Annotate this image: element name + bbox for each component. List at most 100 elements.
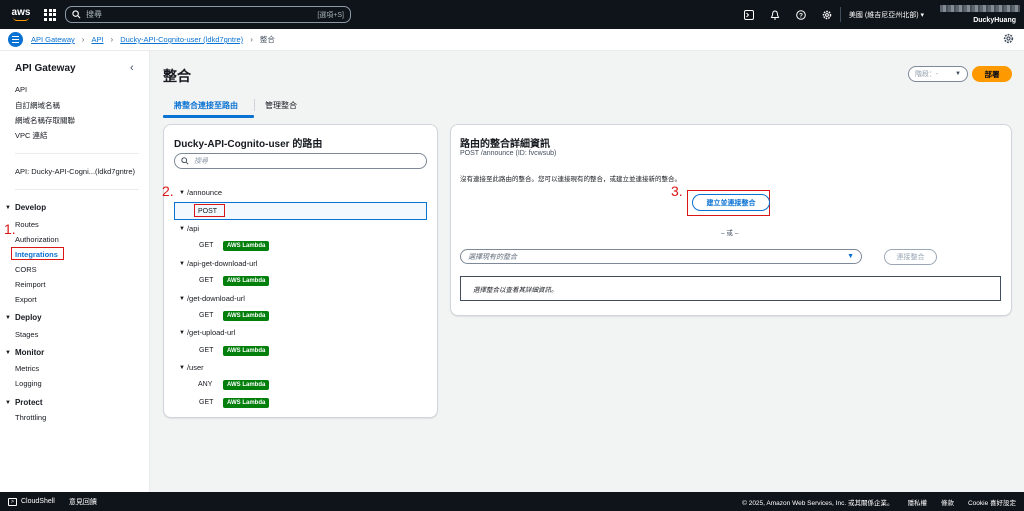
lambda-badge: AWS Lambda: [223, 241, 270, 251]
cookie-preferences-link[interactable]: Cookie 喜好設定: [968, 497, 1016, 507]
help-icon[interactable]: ?: [788, 0, 814, 29]
menu-toggle-icon[interactable]: [8, 32, 23, 47]
caret-down-icon: ▼: [847, 253, 854, 260]
sidebar-item-export[interactable]: Export: [15, 295, 37, 304]
annotation-step-2: 2.: [162, 183, 174, 199]
stage-select[interactable]: 階段：- ▼: [908, 66, 968, 82]
sidebar-item-metrics[interactable]: Metrics: [15, 364, 39, 373]
route-search-placeholder: 搜尋: [194, 158, 208, 165]
copyright-text: © 2025, Amazon Web Services, Inc. 或其關係企業…: [742, 499, 894, 507]
lambda-badge: AWS Lambda: [223, 380, 270, 390]
sidebar-item-custom-domains[interactable]: 自訂網域名稱: [15, 100, 60, 111]
route-resource[interactable]: ▼/announce: [179, 188, 222, 197]
sidebar-item-domain-access[interactable]: 網域名稱存取關聯: [15, 115, 75, 126]
section-protect[interactable]: ▼ Protect: [5, 398, 43, 407]
chevron-right-icon: ›: [250, 35, 253, 44]
feedback-link[interactable]: 意見回饋: [69, 497, 97, 507]
sidebar-api-name[interactable]: API: Ducky-API-Cogni...(ldkd7gntre): [15, 167, 135, 176]
attach-integration-button[interactable]: 連接整合: [884, 249, 937, 265]
deploy-button[interactable]: 部署: [972, 66, 1012, 82]
search-icon: [72, 10, 81, 19]
route-method[interactable]: GET: [199, 399, 213, 406]
stage-select-value: 階段：-: [915, 71, 939, 78]
aws-logo[interactable]: aws: [6, 0, 36, 29]
route-resource[interactable]: ▼/api-get-download-url: [179, 259, 257, 268]
route-method[interactable]: GET: [199, 242, 213, 249]
section-monitor[interactable]: ▼ Monitor: [5, 348, 44, 357]
gear-icon[interactable]: [814, 0, 840, 29]
create-and-attach-button[interactable]: 建立並連接整合: [692, 194, 770, 211]
settings-gear-icon[interactable]: [1003, 33, 1014, 46]
chevron-right-icon: ›: [110, 35, 114, 44]
sidebar-item-throttling[interactable]: Throttling: [15, 413, 46, 422]
route-resource[interactable]: ▼/api: [179, 224, 199, 233]
route-method[interactable]: GET: [199, 277, 213, 284]
cloudshell-icon[interactable]: [736, 0, 762, 29]
sidebar-item-routes[interactable]: Routes: [15, 220, 39, 229]
route-search-input[interactable]: 搜尋: [174, 153, 427, 169]
route-resource[interactable]: ▼/get-download-url: [179, 294, 245, 303]
route-resource[interactable]: ▼/user: [179, 363, 204, 372]
tab-attach-integrations[interactable]: 將整合連接至路由: [174, 95, 238, 115]
region-selector[interactable]: 美國 (維吉尼亞州北部) ▾: [841, 10, 932, 20]
breadcrumb-api[interactable]: API: [91, 35, 103, 44]
breadcrumb-current: 整合: [259, 35, 275, 44]
lambda-badge: AWS Lambda: [223, 276, 270, 286]
services-grid-icon[interactable]: [44, 8, 56, 21]
annotation-step-3: 3.: [671, 183, 683, 199]
sidebar-item-vpc-links[interactable]: VPC 連結: [15, 130, 48, 141]
search-shortcut: [選項+S]: [317, 11, 344, 19]
side-navigation: API Gateway ‹ API 自訂網域名稱 網域名稱存取關聯 VPC 連結…: [0, 51, 150, 492]
lambda-badge: AWS Lambda: [223, 398, 270, 408]
existing-integration-placeholder: 選擇現有的整合: [468, 253, 517, 261]
route-method[interactable]: GET: [199, 347, 213, 354]
lambda-badge: AWS Lambda: [223, 311, 270, 321]
search-icon: [181, 157, 189, 165]
account-username: DuckyHuang: [973, 17, 1016, 24]
sidebar-item-api[interactable]: API: [15, 85, 27, 94]
tab-list: 將整合連接至路由 管理整合: [163, 95, 1023, 117]
highlight-post-method: [194, 204, 225, 217]
top-navigation: aws 搜尋 [選項+S] ? 美國 (維吉尼亞州北部) ▾ DuckyHuan…: [0, 0, 1024, 29]
highlight-integrations: [11, 247, 64, 260]
integration-detail-placeholder: 選擇整合以查看其詳細資訊。: [460, 276, 1001, 301]
tab-manage-integrations[interactable]: 管理整合: [265, 95, 297, 115]
annotation-step-1: 1.: [4, 221, 16, 237]
global-search-input[interactable]: 搜尋 [選項+S]: [65, 6, 351, 23]
sidebar-item-logging[interactable]: Logging: [15, 379, 42, 388]
sidebar-title[interactable]: API Gateway: [15, 63, 76, 74]
redacted-account-id: [940, 5, 1020, 12]
terms-link[interactable]: 條款: [941, 497, 954, 507]
search-placeholder: 搜尋: [86, 10, 102, 19]
details-panel-title: 路由的整合詳細資訊: [460, 139, 550, 150]
section-deploy[interactable]: ▼ Deploy: [5, 313, 42, 322]
route-resource[interactable]: ▼/get-upload-url: [179, 328, 235, 337]
route-method[interactable]: ANY: [198, 381, 212, 388]
breadcrumb-api-name[interactable]: Ducky-API-Cognito-user (ldkd7gntre): [120, 35, 243, 44]
cloudshell-button[interactable]: > CloudShell: [8, 497, 55, 506]
breadcrumb-api-gateway[interactable]: API Gateway: [31, 35, 75, 44]
routes-panel-title: Ducky-API-Cognito-user 的路由: [174, 139, 323, 150]
active-tab-indicator: [163, 115, 254, 118]
existing-integration-select[interactable]: 選擇現有的整合 ▼: [460, 249, 862, 264]
page-title: 整合: [163, 68, 191, 84]
footer-bar: > CloudShell 意見回饋 © 2025, Amazon Web Ser…: [0, 492, 1024, 511]
svg-text:?: ?: [799, 12, 803, 19]
or-divider: – 或 –: [721, 230, 739, 237]
terminal-icon: >: [8, 497, 17, 506]
account-menu[interactable]: DuckyHuang: [932, 0, 1024, 29]
sidebar-item-reimport[interactable]: Reimport: [15, 280, 45, 289]
sidebar-item-cors[interactable]: CORS: [15, 265, 37, 274]
bell-icon[interactable]: [762, 0, 788, 29]
sidebar-item-authorization[interactable]: Authorization: [15, 235, 59, 244]
sidebar-item-stages[interactable]: Stages: [15, 330, 38, 339]
privacy-link[interactable]: 隱私權: [907, 497, 927, 507]
route-id-subtitle: POST /announce (ID: fvcwsub): [460, 150, 557, 157]
chevron-right-icon: ›: [81, 35, 85, 44]
lambda-badge: AWS Lambda: [223, 346, 270, 356]
route-method[interactable]: GET: [199, 312, 213, 319]
section-develop[interactable]: ▼ Develop: [5, 203, 46, 212]
breadcrumb-bar: API Gateway › API › Ducky-API-Cognito-us…: [0, 29, 1024, 51]
collapse-chevron-icon[interactable]: ‹: [130, 62, 134, 74]
caret-down-icon: ▼: [955, 71, 961, 77]
